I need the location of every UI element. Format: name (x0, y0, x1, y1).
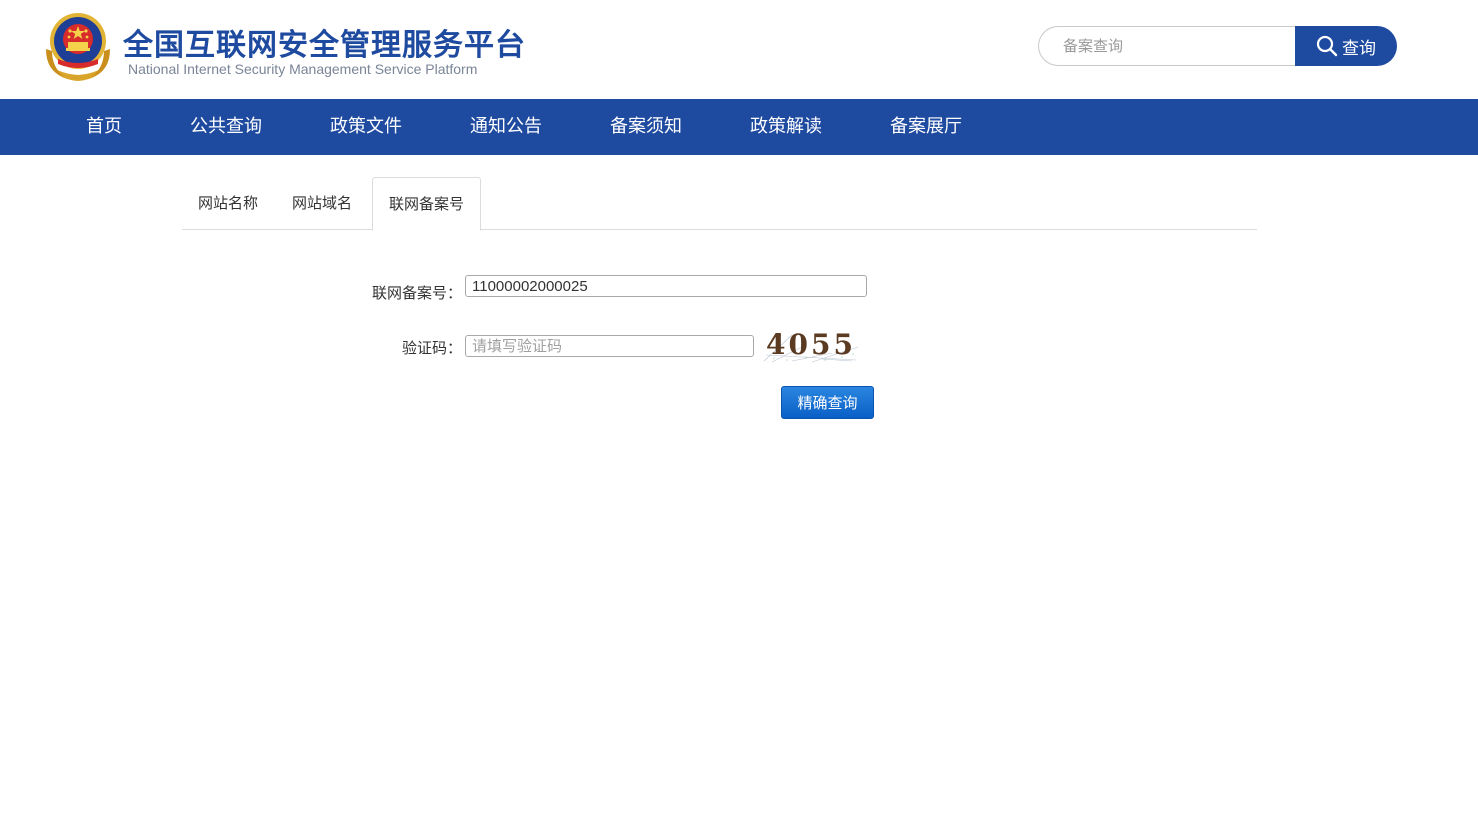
record-number-input[interactable] (465, 275, 867, 297)
nav-item-policy-documents[interactable]: 政策文件 (330, 99, 402, 155)
record-number-label: 联网备案号： (371, 284, 462, 302)
exact-query-button[interactable]: 精确查询 (781, 386, 874, 419)
site-subtitle: National Internet Security Management Se… (128, 61, 478, 77)
search-input[interactable] (1038, 26, 1306, 66)
header-search: 查询 (1038, 26, 1397, 66)
query-tabs: 网站名称 网站域名 联网备案号 (182, 177, 1257, 231)
nav-item-notices[interactable]: 通知公告 (470, 99, 542, 155)
nav-item-filing-guide[interactable]: 备案须知 (610, 99, 682, 155)
tab-website-domain[interactable]: 网站域名 (276, 177, 368, 230)
nav-item-policy-interpretation[interactable]: 政策解读 (750, 99, 822, 155)
police-emblem-logo[interactable] (44, 9, 112, 83)
search-icon (1316, 35, 1338, 57)
captcha-image[interactable]: 4055 (762, 327, 860, 363)
main-nav: 首页 公共查询 政策文件 通知公告 备案须知 政策解读 备案展厅 (0, 99, 1478, 155)
nav-item-home[interactable]: 首页 (86, 99, 122, 155)
tab-website-name[interactable]: 网站名称 (182, 177, 274, 230)
site-title: 全国互联网安全管理服务平台 (123, 28, 526, 63)
tab-record-number[interactable]: 联网备案号 (372, 177, 481, 231)
captcha-label: 验证码： (401, 339, 462, 357)
search-button-label: 查询 (1342, 38, 1376, 59)
captcha-text: 4055 (766, 328, 856, 361)
nav-item-public-query[interactable]: 公共查询 (190, 99, 262, 155)
site-header: 全国互联网安全管理服务平台 National Internet Security… (0, 0, 1478, 99)
captcha-input[interactable] (465, 335, 754, 357)
search-button[interactable]: 查询 (1295, 26, 1397, 66)
nav-item-filing-hall[interactable]: 备案展厅 (890, 99, 962, 155)
